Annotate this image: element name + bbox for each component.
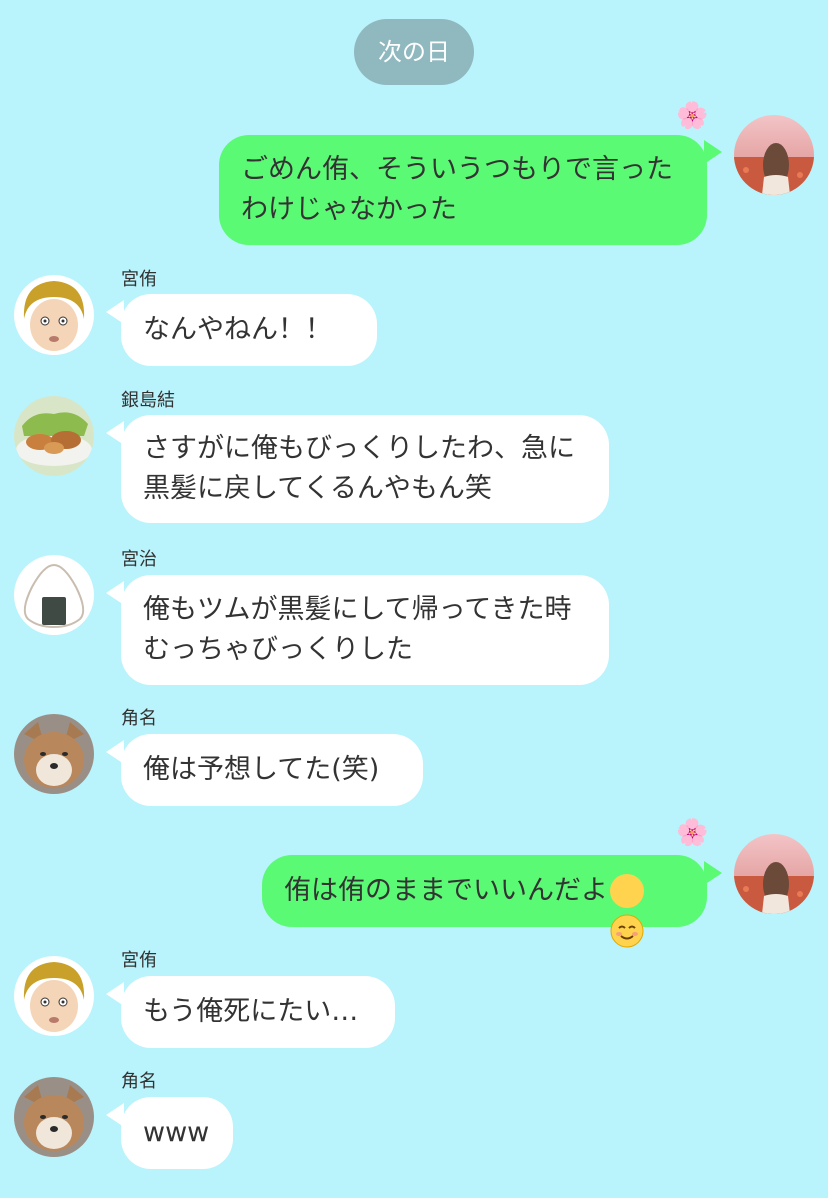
sender-name: 角名	[121, 1071, 157, 1092]
onigiri-avatar[interactable]	[14, 555, 94, 635]
cherry-blossom-icon: 🌸	[676, 101, 709, 131]
food-plate-avatar[interactable]	[14, 396, 94, 476]
girl-in-flower-field-avatar[interactable]	[734, 115, 814, 195]
sender-name: 角名	[121, 708, 157, 729]
message-bubble[interactable]: さすがに俺もびっくりしたわ、急に黒髪に戻してくるんやもん笑	[121, 415, 609, 523]
message-text: なんやねん！！	[143, 314, 332, 345]
smiling-face-emoji	[610, 874, 644, 948]
message-text: ごめん侑、そういうつもりで言ったわけじゃなかった	[241, 154, 673, 225]
blond-boy-avatar[interactable]	[14, 956, 94, 1036]
message-text: もう俺死にたい…	[143, 996, 359, 1027]
message-text: 俺は予想してた(笑)	[143, 754, 380, 785]
message-text: さすがに俺もびっくりしたわ、急に黒髪に戻してくるんやもん笑	[143, 433, 575, 504]
message-bubble[interactable]: www	[121, 1097, 233, 1169]
blond-boy-avatar[interactable]	[14, 275, 94, 355]
message-bubble[interactable]: 俺は予想してた(笑)	[121, 734, 423, 806]
message-bubble[interactable]: 俺もツムが黒髪にして帰ってきた時むっちゃびっくりした	[121, 575, 609, 685]
message-bubble[interactable]: なんやねん！！	[121, 294, 377, 366]
message-text: 侑は侑のままでいいんだよ	[284, 875, 608, 906]
sender-name: 銀島結	[121, 390, 175, 411]
shiba-dog-avatar[interactable]	[14, 714, 94, 794]
date-divider: 次の日	[354, 19, 474, 85]
message-text: www	[143, 1117, 210, 1148]
sender-name: 宮治	[121, 549, 157, 570]
girl-in-flower-field-avatar[interactable]	[734, 834, 814, 914]
sender-name: 宮侑	[121, 950, 157, 971]
message-bubble[interactable]: ごめん侑、そういうつもりで言ったわけじゃなかった	[219, 135, 707, 245]
cherry-blossom-icon: 🌸	[676, 818, 709, 848]
message-text: 俺もツムが黒髪にして帰ってきた時むっちゃびっくりした	[143, 594, 572, 665]
sender-name: 宮侑	[121, 269, 157, 290]
shiba-dog-avatar[interactable]	[14, 1077, 94, 1157]
message-bubble[interactable]: 侑は侑のままでいいんだよ	[262, 855, 707, 948]
message-bubble[interactable]: もう俺死にたい…	[121, 976, 395, 1048]
